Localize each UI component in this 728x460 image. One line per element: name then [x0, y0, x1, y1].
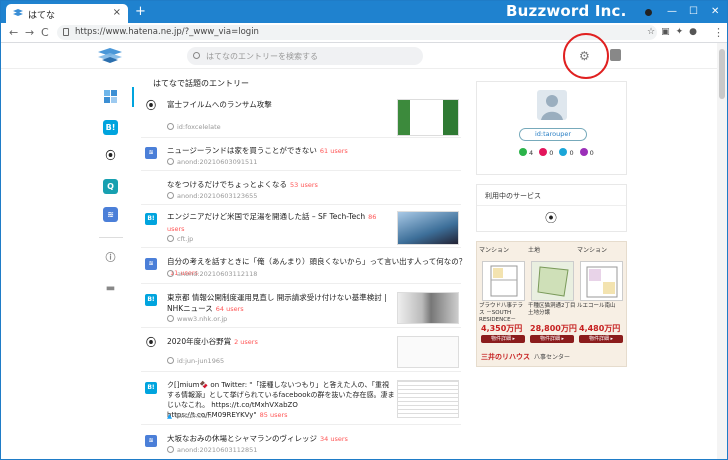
search-placeholder: はてなのエントリーを検索する: [206, 52, 318, 61]
feedback-icon[interactable]: ▬: [103, 281, 118, 296]
new-tab-button[interactable]: +: [135, 4, 146, 19]
entry-title[interactable]: 富士フイルムへのランサム攻撃: [167, 99, 395, 110]
search-input[interactable]: はてなのエントリーを検索する: [187, 47, 423, 65]
browser-menu-button[interactable]: ⋮: [713, 26, 724, 39]
hatena-blog-icon[interactable]: ⦿: [103, 149, 118, 164]
ad-listing[interactable]: マンション ルエコール南山 4,480万円 物件詳細 ▸: [577, 245, 626, 343]
nav-divider: [99, 237, 123, 238]
home-icon[interactable]: [103, 89, 118, 104]
forward-button[interactable]: →: [25, 26, 34, 39]
entry-title[interactable]: エンジニアだけど米国で足湯を開通した話 – SF Tech-Tech 86 use…: [167, 211, 395, 235]
entry-source[interactable]: www3.nhk.or.jp: [167, 315, 227, 323]
services-title: 利用中のサービス: [485, 192, 541, 200]
close-window-button[interactable]: ✕: [711, 6, 719, 17]
hatena-blog-icon: ⦿: [146, 338, 156, 349]
anond-app-icon[interactable]: ≋: [103, 207, 118, 222]
tab-close-icon[interactable]: ×: [113, 7, 121, 18]
entry-source[interactable]: anond:20210603112118: [167, 270, 257, 278]
entry-source[interactable]: id:foxcelelate: [167, 123, 221, 131]
anond-icon: ≋: [145, 258, 157, 270]
entry-source[interactable]: id:jun-jun1965: [167, 357, 224, 365]
entry-thumbnail[interactable]: [397, 99, 459, 136]
question-app-icon[interactable]: Q: [103, 179, 118, 194]
ad-brand: 三井のリハウス 八事センター: [481, 353, 571, 361]
bookmark-icon: B!: [145, 382, 157, 394]
ad-detail-button[interactable]: 物件詳細 ▸: [481, 335, 525, 343]
entry-row[interactable]: ⦿ 2020年度小谷野賞 2 users id:jun-jun1965: [141, 332, 461, 372]
scroll-thumb[interactable]: [719, 49, 725, 99]
real-estate-ad[interactable]: マンション ブラウド八事テラス －SOUTH RESIDENCE－ 4,350万…: [476, 241, 627, 367]
entry-row[interactable]: ≋ 大坂なおみの休場とシャマランのヴィレッジ 34 users anond:202…: [141, 429, 461, 459]
entry-row[interactable]: B! ク[]mium🍫 on Twitter: "「接種しないつもり」と答えた人…: [141, 376, 461, 425]
entry-source[interactable]: ▲ twitter.com: [167, 412, 212, 420]
browser-tab[interactable]: はてな ×: [6, 4, 128, 23]
title-bar: はてな × + Buzzword Inc. — ☐ ✕: [1, 1, 727, 23]
entry-thumbnail[interactable]: [397, 380, 459, 418]
search-icon: [193, 52, 200, 59]
entry-source[interactable]: anond:20210603091511: [167, 158, 257, 166]
entry-source[interactable]: cft.jp: [167, 235, 193, 243]
watermark-brand: Buzzword Inc.: [506, 2, 627, 20]
services-card: 利用中のサービス ⦿: [476, 184, 627, 232]
bookmark-icon: B!: [145, 213, 157, 225]
ad-listing[interactable]: 土地 千種区猫洞通2丁目 土地分譲 28,800万円 物件詳細 ▸: [528, 245, 577, 343]
user-icon[interactable]: [610, 49, 621, 61]
anond-icon: ≋: [145, 147, 157, 159]
reload-button[interactable]: C: [41, 26, 49, 39]
star-counts: 4 0 0 0: [515, 148, 594, 157]
user-id-button[interactable]: id:tarouper: [519, 128, 587, 141]
entry-row[interactable]: B! エンジニアだけど米国で足湯を開通した話 – SF Tech-Tech 86 …: [141, 207, 461, 248]
entry-title[interactable]: 大坂なおみの休場とシャマランのヴィレッジ 34 users: [167, 433, 395, 445]
section-title: はてなで話題のエントリー: [153, 79, 249, 88]
entry-title[interactable]: 東京都 情報公開制度運用見直し 開示請求受け付けない基準検討 | NHKニュース…: [167, 292, 395, 315]
entry-source[interactable]: anond:20210603123655: [167, 192, 257, 200]
entry-title[interactable]: ニュージーランドは家を買うことができない 61 users: [167, 145, 395, 157]
address-bar: ← → C https://www.hatena.ne.jp/?_www_via…: [1, 23, 727, 43]
bookmark-icon: B!: [145, 294, 157, 306]
hatena-blog-icon[interactable]: ⦿: [545, 209, 557, 226]
entry-thumbnail[interactable]: [397, 292, 459, 324]
entry-row[interactable]: ≋ ニュージーランドは家を買うことができない 61 users anond:202…: [141, 141, 461, 171]
hatena-blog-icon: ⦿: [146, 101, 156, 112]
entry-thumbnail[interactable]: [397, 211, 459, 245]
entry-title[interactable]: なをつけるだけでちょっとよくなる 53 users: [167, 179, 395, 191]
ad-detail-button[interactable]: 物件詳細 ▸: [579, 335, 623, 343]
ad-detail-button[interactable]: 物件詳細 ▸: [530, 335, 574, 343]
anond-icon: ≋: [145, 435, 157, 447]
entry-row[interactable]: ⦿ 富士フイルムへのランサム攻撃 id:foxcelelate: [141, 95, 461, 138]
site-header: はてなのエントリーを検索する ⚙: [1, 33, 727, 79]
page-scrollbar[interactable]: [717, 43, 727, 459]
back-button[interactable]: ←: [9, 26, 18, 39]
highlight-circle: [563, 33, 609, 79]
maximize-button[interactable]: ☐: [689, 6, 698, 17]
entry-row[interactable]: なをつけるだけでちょっとよくなる 53 users anond:202106031…: [141, 175, 461, 205]
entry-row[interactable]: ≋ 自分の考えを話すときに「俺（あんまり）頭良くないから」って言い出す人って何な…: [141, 252, 466, 284]
profile-dot-icon[interactable]: [645, 9, 652, 16]
entry-row[interactable]: B! 東京都 情報公開制度運用見直し 開示請求受け付けない基準検討 | NHKニ…: [141, 288, 461, 328]
info-icon[interactable]: ⓘ: [103, 251, 118, 266]
url-field[interactable]: https://www.hatena.ne.jp/?_www_via=login: [57, 25, 657, 40]
profile-card: id:tarouper 4 0 0 0: [476, 81, 627, 175]
bookmark-app-icon[interactable]: B!: [103, 120, 118, 135]
url-text: https://www.hatena.ne.jp/?_www_via=login: [75, 27, 259, 37]
hatena-favicon-icon: [13, 9, 23, 16]
entry-title[interactable]: 2020年度小谷野賞 2 users: [167, 336, 395, 348]
entry-source[interactable]: anond:20210603112851: [167, 446, 257, 454]
browser-window: はてな × + Buzzword Inc. — ☐ ✕ ← → C https:…: [0, 0, 728, 460]
twitter-icon: ▲: [167, 412, 172, 420]
lock-icon: [63, 28, 69, 36]
ad-listing[interactable]: マンション ブラウド八事テラス －SOUTH RESIDENCE－ 4,350万…: [479, 245, 528, 343]
active-nav-indicator: [132, 87, 134, 107]
tab-title: はてな: [28, 11, 56, 21]
minimize-button[interactable]: —: [667, 6, 677, 17]
avatar[interactable]: [537, 90, 567, 120]
entry-thumbnail[interactable]: [397, 336, 459, 368]
hatena-logo-icon[interactable]: [98, 48, 122, 64]
extensions-icon[interactable]: ☆▣✦●: [647, 27, 703, 37]
